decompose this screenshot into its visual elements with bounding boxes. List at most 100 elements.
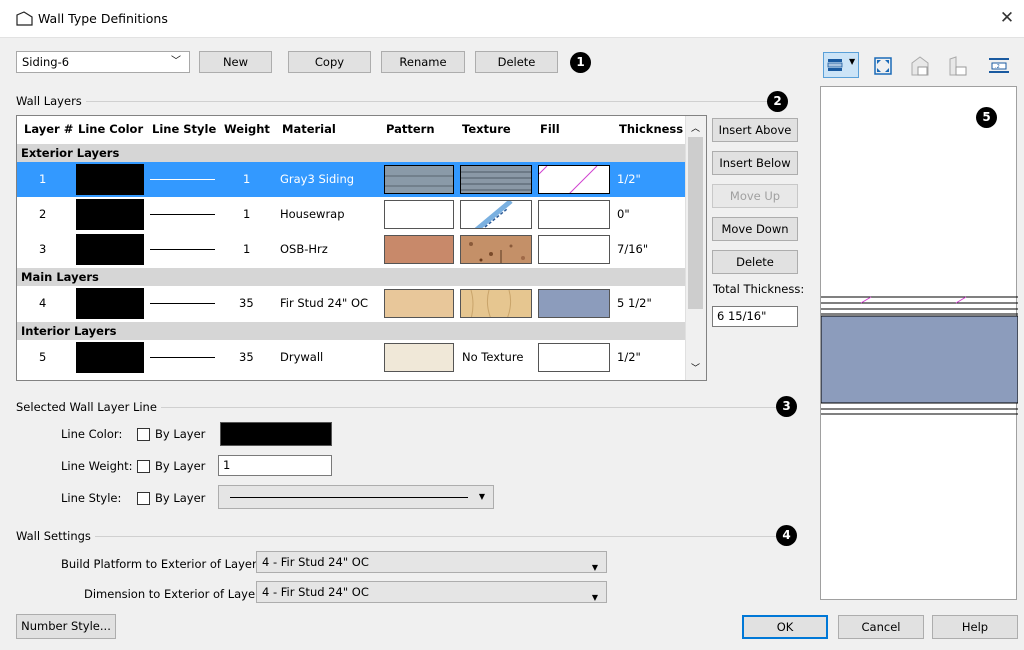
view-side-icon (949, 56, 967, 76)
total-thickness-label: Total Thickness: (713, 282, 805, 296)
col-pattern: Pattern (386, 122, 435, 136)
line-style-sample (150, 357, 215, 358)
copy-button[interactable]: Copy (288, 51, 371, 73)
new-button[interactable]: New (199, 51, 272, 73)
wall-section-preview (821, 296, 1018, 415)
delete-layer-button[interactable]: Delete (712, 250, 798, 274)
callout-badge-3: 3 (776, 396, 797, 417)
rename-button[interactable]: Rename (381, 51, 465, 73)
dimension-select[interactable]: 4 - Fir Stud 24" OC ▼ (256, 581, 607, 603)
callout-badge-1: 1 (570, 52, 591, 73)
layer-thickness: 0" (617, 207, 630, 221)
wall-layers-table: Layer # Line Color Line Style Weight Mat… (16, 115, 707, 381)
layer-thickness: 5 1/2" (617, 296, 652, 310)
table-row[interactable]: 2 1 Housewrap 0" (17, 197, 686, 232)
layer-number: 3 (39, 242, 47, 256)
close-button[interactable]: ✕ (996, 7, 1018, 29)
line-style-preview (230, 497, 468, 498)
dropdown-arrow-icon: ▼ (591, 563, 598, 572)
section-exterior: Exterior Layers (17, 144, 686, 162)
line-style-sample (150, 303, 215, 304)
help-button[interactable]: Help (932, 615, 1018, 639)
layer-weight: 1 (243, 172, 251, 186)
dropdown-icon: ▼ (849, 57, 856, 66)
wall-type-value: Siding-6 (22, 55, 70, 69)
line-color-swatch (76, 234, 144, 265)
fill-window-icon[interactable] (874, 57, 892, 75)
delete-type-button[interactable]: Delete (475, 51, 558, 73)
layer-icon[interactable]: .2 (988, 57, 1010, 75)
section-main: Main Layers (17, 268, 686, 286)
fill-swatch (538, 235, 610, 264)
texture-swatch (460, 200, 532, 229)
view-front-icon (911, 56, 929, 76)
move-down-button[interactable]: Move Down (712, 217, 798, 241)
fill-swatch (538, 200, 610, 229)
line-color-swatch-button[interactable] (220, 422, 332, 446)
layer-number: 1 (39, 172, 47, 186)
line-weight-by-layer-checkbox[interactable] (137, 460, 150, 473)
title-bar: Wall Type Definitions ✕ (0, 0, 1024, 38)
layer-material: Drywall (280, 350, 324, 364)
cancel-button[interactable]: Cancel (838, 615, 924, 639)
callout-badge-2: 2 (767, 91, 788, 112)
pattern-swatch (384, 165, 454, 194)
line-color-label: Line Color: (61, 427, 123, 441)
col-layer-num: Layer # (24, 122, 74, 136)
build-platform-label: Build Platform to Exterior of Layer: (61, 557, 261, 571)
table-row[interactable]: 1 1 Gray3 Siding 1/2" (17, 162, 686, 197)
wall-layers-label: Wall Layers (16, 94, 86, 108)
table-row[interactable]: 4 35 Fir Stud 24" OC 5 1/2" (17, 286, 686, 321)
number-style-button[interactable]: Number Style... (16, 614, 116, 639)
build-platform-value: 4 - Fir Stud 24" OC (262, 555, 369, 569)
fill-swatch (538, 289, 610, 318)
line-color-swatch (76, 342, 144, 373)
line-weight-input[interactable]: 1 (218, 455, 332, 476)
wall-view-dropdown[interactable]: ▼ (823, 52, 859, 78)
layer-weight: 1 (243, 207, 251, 221)
scroll-down-icon[interactable]: ﹀ (691, 361, 700, 374)
callout-badge-5: 5 (976, 107, 997, 128)
wall-layer-view-icon (827, 59, 843, 71)
line-color-swatch (76, 288, 144, 319)
texture-swatch (460, 235, 532, 264)
insert-above-button[interactable]: Insert Above (712, 118, 798, 142)
line-style-sample (150, 214, 215, 215)
layer-material: Fir Stud 24" OC (280, 296, 369, 310)
pattern-swatch (384, 343, 454, 372)
layer-weight: 1 (243, 242, 251, 256)
line-style-by-layer-checkbox[interactable] (137, 492, 150, 505)
line-style-sample (150, 179, 215, 180)
move-up-button[interactable]: Move Up (712, 184, 798, 208)
wall-preview: 5 (820, 86, 1018, 600)
layer-thickness: 1/2" (617, 172, 641, 186)
wall-type-select[interactable]: Siding-6 ﹀ (16, 51, 190, 73)
table-row[interactable]: 5 35 Drywall No Texture 1/2" (17, 340, 686, 375)
dimension-label: Dimension to Exterior of Layer: (84, 587, 264, 601)
pattern-swatch (384, 289, 454, 318)
table-row[interactable]: 3 1 OSB-Hrz 7/16" (17, 232, 686, 267)
col-line-style: Line Style (152, 122, 217, 136)
line-weight-label: Line Weight: (61, 459, 133, 473)
col-weight: Weight (224, 122, 270, 136)
insert-below-button[interactable]: Insert Below (712, 151, 798, 175)
ok-button[interactable]: OK (742, 615, 828, 639)
total-thickness-field: 6 15/16" (712, 306, 798, 327)
dropdown-arrow-icon: ▼ (478, 492, 485, 501)
scroll-up-icon[interactable]: ︿ (691, 121, 700, 134)
line-weight-by-layer-label: By Layer (155, 459, 206, 473)
section-interior: Interior Layers (17, 322, 686, 340)
line-style-select[interactable]: ▼ (218, 485, 494, 509)
texture-swatch (460, 165, 532, 194)
scrollbar-thumb[interactable] (688, 137, 703, 309)
window-title: Wall Type Definitions (38, 11, 168, 26)
line-color-swatch (76, 164, 144, 195)
build-platform-select[interactable]: 4 - Fir Stud 24" OC ▼ (256, 551, 607, 573)
svg-text:.2: .2 (995, 64, 1000, 70)
line-color-swatch (76, 199, 144, 230)
line-color-by-layer-checkbox[interactable] (137, 428, 150, 441)
dropdown-arrow-icon: ▼ (591, 593, 598, 602)
layer-number: 2 (39, 207, 47, 221)
col-material: Material (282, 122, 336, 136)
pattern-swatch (384, 235, 454, 264)
